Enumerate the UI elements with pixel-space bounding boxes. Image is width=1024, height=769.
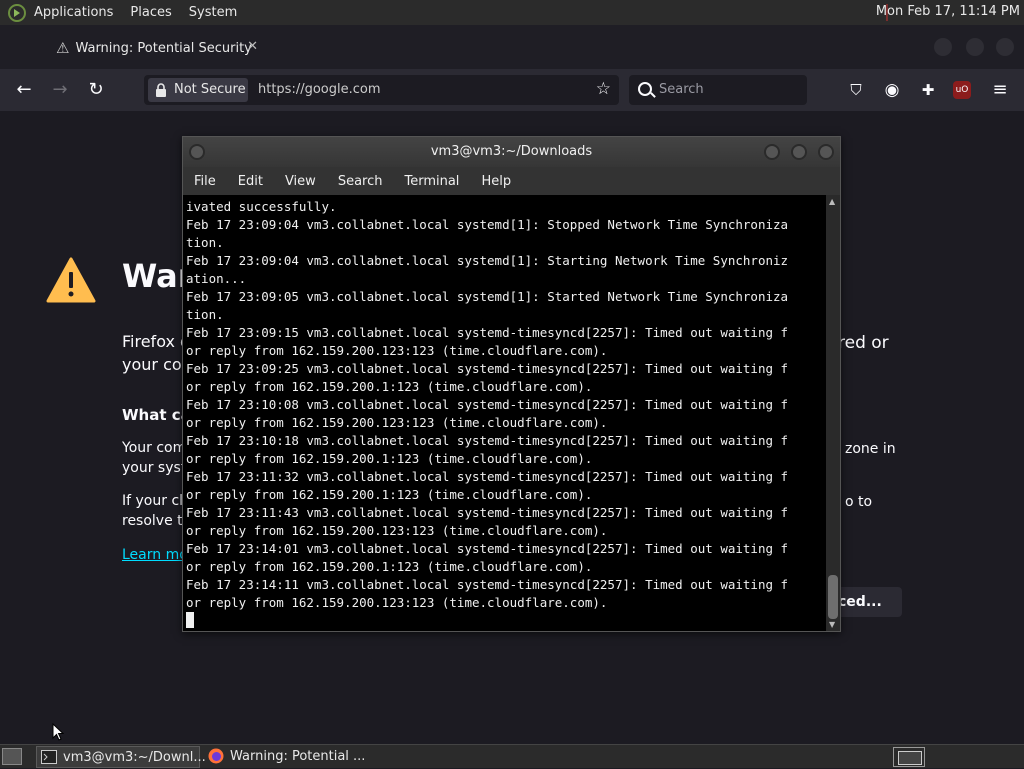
minimize-window-button[interactable] <box>934 38 952 56</box>
workspace-switcher[interactable] <box>893 747 925 767</box>
terminal-line: Feb 17 23:09:15 vm3.collabnet.local syst… <box>186 325 789 340</box>
taskbar-firefox-item[interactable]: Warning: Potential ... <box>204 746 372 768</box>
terminal-line: Feb 17 23:11:43 vm3.collabnet.local syst… <box>186 505 789 520</box>
terminal-line: or reply from 162.159.200.123:123 (time.… <box>186 523 608 538</box>
browser-tab[interactable]: ⚠ Warning: Potential Security ✕ <box>44 33 266 63</box>
terminal-menu-bar: File Edit View Search Terminal Help <box>183 167 840 195</box>
para1-line-2: your syst <box>122 460 187 476</box>
terminal-menu-file[interactable]: File <box>194 174 216 189</box>
terminal-icon <box>41 750 57 764</box>
firefox-icon <box>208 748 224 764</box>
warning-icon: ⚠ <box>56 39 70 57</box>
warning-triangle-icon <box>46 257 96 303</box>
url-bar[interactable]: Not Secure https://google.com ☆ <box>144 75 619 105</box>
terminal-menu-terminal[interactable]: Terminal <box>404 174 459 189</box>
forward-arrow-icon[interactable]: → <box>49 79 71 101</box>
learn-more-link[interactable]: Learn mo <box>122 547 188 563</box>
terminal-output[interactable]: ivated successfully. Feb 17 23:09:04 vm3.… <box>183 195 826 631</box>
pocket-icon[interactable]: ⛉ <box>845 79 867 101</box>
terminal-menu-edit[interactable]: Edit <box>238 174 263 189</box>
show-desktop-button[interactable] <box>2 748 22 765</box>
terminal-line: Feb 17 23:10:08 vm3.collabnet.local syst… <box>186 397 789 412</box>
terminal-line: or reply from 162.159.200.1:123 (time.cl… <box>186 487 593 502</box>
distro-logo-icon[interactable] <box>8 3 26 22</box>
para1-line-1: Your com <box>122 440 187 456</box>
terminal-prompt-line <box>186 612 826 630</box>
terminal-menu-help[interactable]: Help <box>481 174 511 189</box>
terminal-line: ation... <box>186 271 247 286</box>
terminal-line: or reply from 162.159.200.123:123 (time.… <box>186 415 608 430</box>
terminal-line: Feb 17 23:10:18 vm3.collabnet.local syst… <box>186 433 789 448</box>
terminal-menu-view[interactable]: View <box>285 174 316 189</box>
reload-icon[interactable]: ↻ <box>85 79 107 101</box>
terminal-line: Feb 17 23:09:25 vm3.collabnet.local syst… <box>186 361 789 376</box>
url-text[interactable]: https://google.com <box>258 82 381 97</box>
menu-hamburger-icon[interactable]: ≡ <box>989 79 1011 101</box>
not-secure-label: Not Secure <box>174 82 246 97</box>
system-menu[interactable]: System <box>189 5 237 20</box>
bottom-panel: vm3@vm3:~/Downl... Warning: Potential ..… <box>0 744 1024 768</box>
terminal-line: Feb 17 23:09:05 vm3.collabnet.local syst… <box>186 289 789 304</box>
para2-line-1-end: o to <box>845 494 873 510</box>
terminal-minimize-button[interactable] <box>764 144 780 160</box>
close-window-button[interactable] <box>996 38 1014 56</box>
terminal-close-button[interactable] <box>818 144 834 160</box>
terminal-line: Feb 17 23:09:04 vm3.collabnet.local syst… <box>186 253 789 268</box>
terminal-line: tion. <box>186 307 224 322</box>
terminal-window[interactable]: vm3@vm3:~/Downloads File Edit View Searc… <box>182 136 841 632</box>
terminal-line: or reply from 162.159.200.1:123 (time.cl… <box>186 559 593 574</box>
account-icon[interactable]: ◉ <box>881 79 903 101</box>
back-arrow-icon[interactable]: ← <box>13 79 35 101</box>
browser-tab-bar: ⚠ Warning: Potential Security ✕ <box>0 25 1024 69</box>
top-panel: Applications Places System Mon Feb 17, 1… <box>0 0 1024 25</box>
terminal-title: vm3@vm3:~/Downloads <box>430 144 593 159</box>
terminal-line: tion. <box>186 235 224 250</box>
terminal-line: or reply from 162.159.200.1:123 (time.cl… <box>186 379 593 394</box>
extensions-icon[interactable]: ✚ <box>917 79 939 101</box>
terminal-line: Feb 17 23:09:04 vm3.collabnet.local syst… <box>186 217 789 232</box>
terminal-menu-search[interactable]: Search <box>338 174 383 189</box>
terminal-line: or reply from 162.159.200.123:123 (time.… <box>186 595 608 610</box>
browser-nav-bar: ← → ↻ Not Secure https://google.com ☆ Se… <box>0 69 1024 111</box>
tab-title: Warning: Potential Security <box>75 40 252 56</box>
error-text-line-1: Firefox d <box>122 332 191 351</box>
search-icon <box>638 82 652 96</box>
search-input[interactable]: Search <box>629 75 807 105</box>
taskbar-firefox-label: Warning: Potential ... <box>230 749 366 764</box>
not-secure-badge[interactable]: Not Secure <box>148 78 248 102</box>
tab-close-icon[interactable]: ✕ <box>247 39 258 54</box>
panel-clock[interactable]: Mon Feb 17, 11:14 PM <box>876 4 1020 19</box>
terminal-line: Feb 17 23:11:32 vm3.collabnet.local syst… <box>186 469 789 484</box>
taskbar-terminal-label: vm3@vm3:~/Downl... <box>63 750 206 765</box>
ublock-icon[interactable]: uO <box>953 81 971 99</box>
terminal-line: Feb 17 23:14:11 vm3.collabnet.local syst… <box>186 577 789 592</box>
scroll-down-icon[interactable]: ▼ <box>829 620 835 629</box>
maximize-window-button[interactable] <box>966 38 984 56</box>
terminal-maximize-button[interactable] <box>791 144 807 160</box>
applications-menu[interactable]: Applications <box>34 5 113 20</box>
terminal-cursor <box>186 612 194 628</box>
scrollbar-thumb[interactable] <box>828 575 838 619</box>
search-placeholder: Search <box>659 82 704 97</box>
terminal-window-menu-button[interactable] <box>189 144 205 160</box>
bookmark-star-icon[interactable]: ☆ <box>596 79 611 99</box>
terminal-title-bar[interactable]: vm3@vm3:~/Downloads <box>183 137 840 167</box>
terminal-scrollbar[interactable]: ▲ ▼ <box>826 195 840 631</box>
para1-line-1-end: zone in <box>845 441 896 457</box>
taskbar-terminal-item[interactable]: vm3@vm3:~/Downl... <box>36 746 206 768</box>
terminal-line: or reply from 162.159.200.1:123 (time.cl… <box>186 451 593 466</box>
terminal-line: Feb 17 23:14:01 vm3.collabnet.local syst… <box>186 541 789 556</box>
mouse-pointer-icon <box>52 723 64 741</box>
terminal-line: or reply from 162.159.200.123:123 (time.… <box>186 343 608 358</box>
scroll-up-icon[interactable]: ▲ <box>829 197 835 206</box>
places-menu[interactable]: Places <box>130 5 171 20</box>
lock-icon <box>156 83 166 97</box>
terminal-line: ivated successfully. <box>186 199 337 214</box>
error-text-line-1-end: red or <box>838 333 889 353</box>
